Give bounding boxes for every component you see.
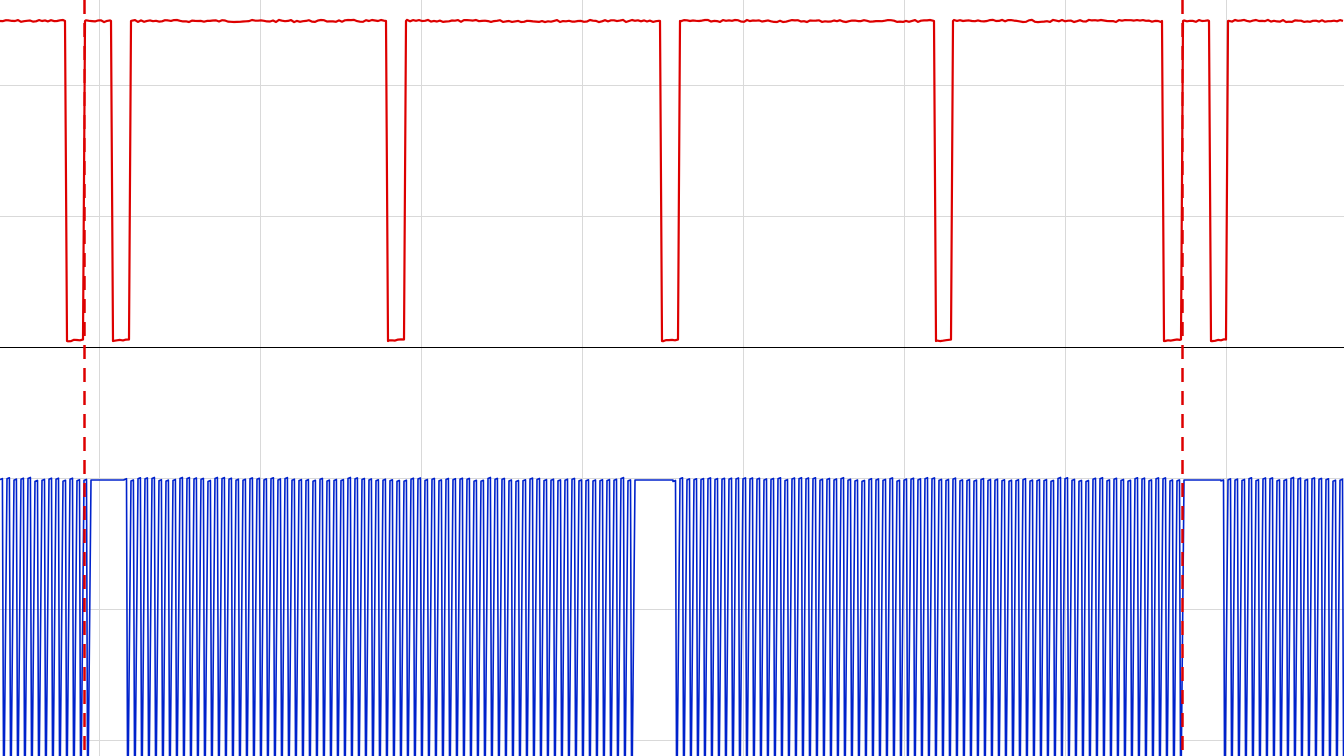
- oscilloscope-display: [0, 0, 1344, 756]
- plot-background: [0, 0, 1344, 756]
